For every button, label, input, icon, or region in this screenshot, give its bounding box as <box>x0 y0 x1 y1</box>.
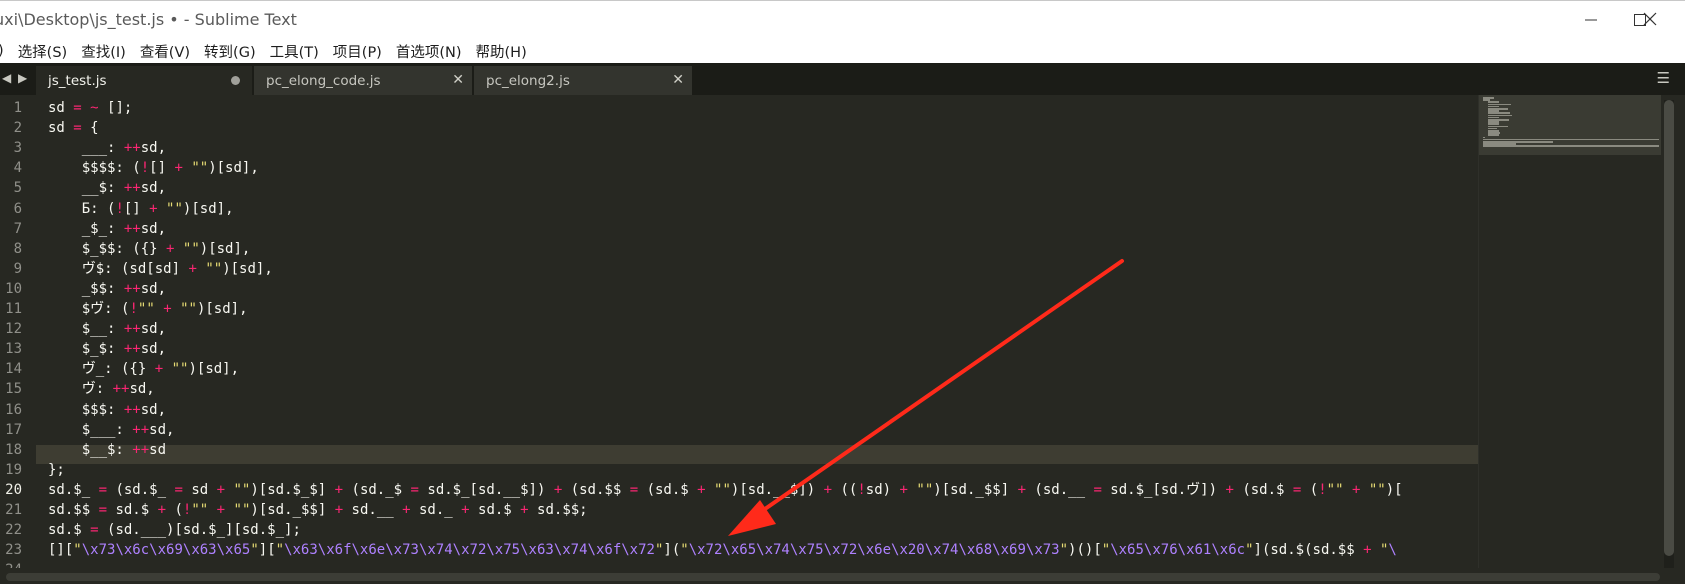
tab-label: pc_elong_code.js <box>266 73 381 89</box>
line-number: 10 <box>5 280 22 297</box>
code-line[interactable]: $__$: ++sd <box>48 441 166 460</box>
vertical-scrollbar-thumb[interactable] <box>1664 100 1674 556</box>
code-line[interactable]: _$$: ++sd, <box>48 280 166 299</box>
title-bar: uxi\Desktop\js_test.js • - Sublime Text <box>0 0 1685 39</box>
code-line[interactable]: $ヴ: (!"" + "")[sd], <box>48 300 248 319</box>
line-number: 19 <box>5 461 22 478</box>
line-number: 4 <box>13 160 22 177</box>
code-line[interactable]: sd = ~ []; <box>48 99 132 118</box>
code-line[interactable]: sd.$ = (sd.___)[sd.$_][sd.$_]; <box>48 521 301 540</box>
line-number: 23 <box>5 542 22 559</box>
line-number: 8 <box>13 240 22 257</box>
code-line[interactable]: sd.$$ = sd.$ + (!"" + "")[sd._$$] + sd._… <box>48 501 588 520</box>
minimize-button[interactable] <box>1563 1 1619 39</box>
close-tab-icon[interactable]: ✕ <box>452 72 464 88</box>
line-number: 1 <box>13 100 22 116</box>
code-line[interactable]: []["\x73\x6c\x69\x63\x65"]["\x63\x6f\x6e… <box>48 541 1397 560</box>
line-number: 11 <box>5 301 22 317</box>
line-number: 21 <box>5 502 22 518</box>
line-number-gutter: 123456789101112131415161718192021222324 <box>0 95 36 584</box>
line-number: 6 <box>13 200 22 217</box>
tab-prev-icon[interactable]: ◀ <box>2 71 11 85</box>
close-icon <box>1643 12 1657 26</box>
code-line[interactable]: $_$: ++sd, <box>48 340 166 359</box>
code-line[interactable]: }; <box>48 461 65 480</box>
menu-bar: l) 选择(S) 查找(I) 查看(V) 转到(G) 工具(T) 项目(P) 首… <box>0 39 1685 63</box>
code-line[interactable]: _$_: ++sd, <box>48 220 166 239</box>
line-number: 2 <box>13 120 22 137</box>
minimap[interactable] <box>1478 95 1661 570</box>
tab-label: js_test.js <box>48 73 107 89</box>
line-number: 20 <box>5 481 22 498</box>
window-title: uxi\Desktop\js_test.js • - Sublime Text <box>0 10 297 29</box>
code-editor[interactable]: sd = ~ []; sd = { ___: ++sd, $$$$: (![] +… <box>48 95 1478 565</box>
close-tab-icon[interactable]: ✕ <box>672 72 684 88</box>
code-line[interactable]: __$: ++sd, <box>48 179 166 198</box>
menu-item-tools[interactable]: 工具(T) <box>270 41 319 62</box>
tab-pc-elong-code[interactable]: pc_elong_code.js ✕ <box>253 66 472 95</box>
code-line[interactable]: $_$$: ({} + "")[sd], <box>48 240 251 259</box>
minimap-line <box>1487 134 1499 136</box>
line-number: 22 <box>5 522 22 539</box>
menu-item-view[interactable]: 查看(V) <box>140 41 190 62</box>
line-number: 5 <box>13 180 22 197</box>
line-number: 12 <box>5 321 22 338</box>
line-number: 7 <box>13 220 22 237</box>
line-number: 17 <box>5 421 22 438</box>
code-line[interactable]: sd = { <box>48 119 99 138</box>
code-line[interactable]: ヴ_: ({} + "")[sd], <box>48 360 239 379</box>
minimap-line <box>1483 145 1659 147</box>
menu-item-find[interactable]: 查找(I) <box>81 41 126 62</box>
code-line[interactable]: $$$$: (![] + "")[sd], <box>48 159 259 178</box>
code-line[interactable]: sd.$_ = (sd.$_ = sd + "")[sd.$_$] + (sd.… <box>48 481 1403 500</box>
code-line[interactable]: ___: ++sd, <box>48 139 166 158</box>
close-button[interactable] <box>1622 0 1678 38</box>
code-line[interactable]: $__: ++sd, <box>48 320 166 339</box>
menu-item-partial[interactable]: l) <box>0 43 4 59</box>
tab-bar: ◀ ▶ js_test.js pc_elong_code.js ✕ pc_elo… <box>0 63 1685 95</box>
code-line[interactable]: ヴ$: (sd[sd] + "")[sd], <box>48 260 273 279</box>
line-number: 13 <box>5 341 22 358</box>
menu-item-select[interactable]: 选择(S) <box>18 41 68 62</box>
code-line[interactable]: $___: ++sd, <box>48 421 175 440</box>
code-line[interactable]: ヴ: ++sd, <box>48 380 155 399</box>
line-number: 9 <box>13 260 22 277</box>
tab-js-test[interactable]: js_test.js <box>36 66 252 95</box>
menu-item-preferences[interactable]: 首选项(N) <box>396 41 462 62</box>
menu-item-goto[interactable]: 转到(G) <box>204 41 256 62</box>
menu-item-help[interactable]: 帮助(H) <box>476 41 527 62</box>
line-number: 3 <box>13 140 22 157</box>
horizontal-scrollbar-thumb[interactable] <box>6 573 1660 581</box>
line-number: 15 <box>5 381 22 398</box>
tab-pc-elong2[interactable]: pc_elong2.js ✕ <box>473 66 692 95</box>
line-number: 16 <box>5 401 22 418</box>
code-line[interactable]: Б: (![] + "")[sd], <box>48 200 234 219</box>
tab-next-icon[interactable]: ▶ <box>18 71 27 85</box>
line-number: 14 <box>5 361 22 378</box>
menu-item-project[interactable]: 项目(P) <box>333 41 382 62</box>
minimize-icon <box>1585 19 1597 21</box>
tab-menu-icon[interactable]: ☰ <box>1657 69 1670 87</box>
tab-label: pc_elong2.js <box>486 73 570 89</box>
line-number: 18 <box>5 441 22 458</box>
code-line[interactable]: $$$: ++sd, <box>48 401 166 420</box>
modified-dot-icon[interactable] <box>231 76 240 85</box>
